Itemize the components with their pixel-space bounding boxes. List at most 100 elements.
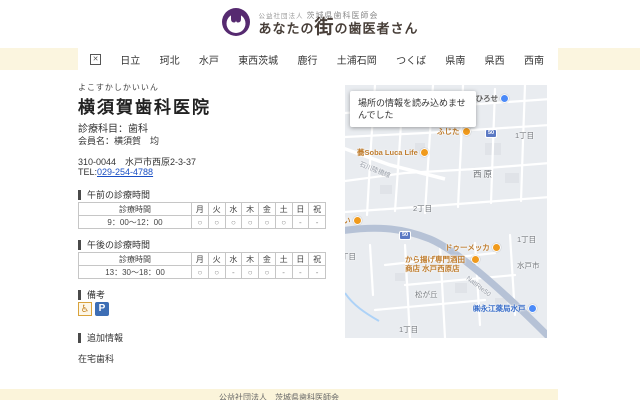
org-name: 公益社団法人茨城県歯科医師会	[258, 11, 418, 21]
schedule-mark-cell: -	[309, 266, 326, 279]
map-poi-label[interactable]: 蕎Soba Luca Life	[357, 148, 429, 157]
nav-item-10[interactable]: 西南	[524, 52, 544, 67]
schedule-header-cell: 水	[225, 253, 242, 266]
map-poi-label[interactable]: から揚げ専門酒田 商店 水戸西原店	[405, 255, 480, 273]
afternoon-hours-heading: 午後の診療時間	[78, 240, 150, 250]
remarks-heading: 備考	[78, 290, 105, 300]
map-label-text: 松が丘	[415, 290, 438, 299]
map-label-text: 1丁目	[517, 235, 536, 244]
schedule-header-cell: 木	[242, 203, 259, 216]
site-logo[interactable]: 公益社団法人茨城県歯科医師会 あなたの街の歯医者さん	[0, 7, 640, 42]
map-poi-label[interactable]: ㈱永江薬局水戸	[473, 304, 537, 313]
tel-link[interactable]: 029-254-4788	[97, 167, 153, 177]
remarks-icons: ♿ P	[78, 302, 109, 316]
schedule-header-cell: 日	[292, 253, 309, 266]
map-label-text: ドゥーメッカ	[445, 243, 490, 252]
map-area-label: 丁目	[345, 252, 356, 261]
broken-image-icon[interactable]: ✕	[90, 54, 101, 65]
map-label-text: 西原	[473, 169, 494, 179]
schedule-mark-cell: -	[292, 266, 309, 279]
nav-item-5[interactable]: 鹿行	[297, 52, 317, 67]
map-area-label: 1丁目	[515, 131, 534, 140]
schedule-header-cell: 土	[275, 203, 292, 216]
schedule-header-cell: 診療時間	[79, 253, 192, 266]
map-label-text: 1丁目	[399, 325, 418, 334]
member-name-label: 会員名：横須賀 均	[78, 134, 159, 147]
nav-item-1[interactable]: 日立	[120, 52, 140, 67]
orange-map-pin-icon[interactable]	[420, 148, 429, 157]
schedule-mark-cell: ○	[242, 216, 259, 229]
schedule-mark-cell: ○	[192, 216, 209, 229]
schedule-header-cell: 祝	[309, 203, 326, 216]
schedule-header-cell: 金	[259, 253, 276, 266]
nav-item-8[interactable]: 県南	[445, 52, 465, 67]
nav-item-6[interactable]: 土浦石岡	[337, 52, 377, 67]
org-type-label: 公益社団法人	[258, 13, 303, 20]
schedule-header-cell: 木	[242, 253, 259, 266]
schedule-header-cell: 火	[208, 253, 225, 266]
map-area-label: 松が丘	[415, 290, 438, 299]
schedule-time-cell: 13：30～18：00	[79, 266, 192, 279]
nav-item-7[interactable]: つくば	[396, 52, 426, 67]
route-shield-icon: 50	[485, 129, 497, 138]
nav-links: ✕ 日立 珂北 水戸 東西茨城 鹿行 土浦石岡 つくば 県南 県西 西南	[78, 48, 558, 70]
map-error-popup: 場所の情報を読み込めませんでした	[350, 91, 476, 127]
map-label-text: ふじた	[437, 127, 460, 136]
map-poi-label[interactable]: い	[345, 216, 362, 225]
orange-map-pin-icon[interactable]	[353, 216, 362, 225]
orange-map-pin-icon[interactable]	[462, 127, 471, 136]
tagline-pre: あなたの	[258, 21, 314, 36]
schedule-header-cell: 土	[275, 253, 292, 266]
morning-hours-table: 診療時間月火水木金土日祝9：00～12：00○○○○○○--	[78, 202, 326, 229]
blue-map-pin-icon[interactable]	[528, 304, 537, 313]
nav-item-4[interactable]: 東西茨城	[238, 52, 278, 67]
morning-hours-heading: 午前の診療時間	[78, 190, 150, 200]
orange-map-pin-icon[interactable]	[492, 243, 501, 252]
map-area-label: 西原	[473, 169, 494, 179]
schedule-header-cell: 診療時間	[79, 203, 192, 216]
nav-item-3[interactable]: 水戸	[199, 52, 219, 67]
map-label-text: 1丁目	[515, 131, 534, 140]
map-poi-label[interactable]: ふじた	[437, 127, 471, 136]
nav-item-9[interactable]: 県西	[485, 52, 505, 67]
schedule-mark-cell: ○	[275, 216, 292, 229]
extra-info-heading: 追加情報	[78, 333, 123, 343]
schedule-header-cell: 水	[225, 203, 242, 216]
schedule-mark-cell: -	[292, 216, 309, 229]
schedule-header-cell: 火	[208, 203, 225, 216]
schedule-mark-cell: ○	[259, 266, 276, 279]
map-poi-label[interactable]: ドゥーメッカ	[445, 243, 501, 252]
orange-map-pin-icon[interactable]	[471, 255, 480, 264]
map-area-label: 1丁目	[399, 325, 418, 334]
schedule-mark-cell: ○	[192, 266, 209, 279]
parking-icon: P	[95, 302, 109, 316]
afternoon-hours-table: 診療時間月火水木金土日祝13：30～18：00○○-○○---	[78, 252, 326, 279]
site-logo-text: 公益社団法人茨城県歯科医師会 あなたの街の歯医者さん	[258, 11, 418, 37]
schedule-time-cell: 9：00～12：00	[79, 216, 192, 229]
department-label: 診療科目：歯科	[78, 120, 148, 135]
schedule-header-cell: 月	[192, 203, 209, 216]
schedule-header-cell: 祝	[309, 253, 326, 266]
schedule-header-cell: 月	[192, 253, 209, 266]
tagline-post: の歯医者さん	[335, 21, 419, 36]
wheelchair-accessible-icon: ♿	[78, 302, 92, 316]
site-tagline: あなたの街の歯医者さん	[258, 21, 418, 37]
map[interactable]: 菓子処 ひろせふじた1丁目蕎Soba Luca Life石川陸橋線西原2丁目い1…	[345, 85, 547, 338]
map-label-text: い	[345, 216, 351, 225]
map-label-text: から揚げ専門酒田 商店 水戸西原店	[405, 255, 469, 273]
route-shield-icon: 50	[399, 231, 411, 240]
schedule-mark-cell: ○	[208, 266, 225, 279]
footer: 公益社団法人 茨城県歯科医師会	[0, 389, 558, 400]
map-area-label: 2丁目	[413, 204, 432, 213]
map-label-text: ㈱永江薬局水戸	[473, 304, 526, 313]
schedule-mark-cell: -	[309, 216, 326, 229]
schedule-mark-cell: ○	[242, 266, 259, 279]
nav-item-2[interactable]: 珂北	[160, 52, 180, 67]
map-label-text: 蕎Soba Luca Life	[357, 148, 418, 157]
map-area-label: 1丁目	[517, 235, 536, 244]
schedule-mark-cell: ○	[259, 216, 276, 229]
blue-map-pin-icon[interactable]	[500, 94, 509, 103]
map-label-text: 水戸市	[517, 261, 540, 270]
schedule-mark-cell: -	[275, 266, 292, 279]
dental-association-logo-icon	[221, 7, 251, 42]
